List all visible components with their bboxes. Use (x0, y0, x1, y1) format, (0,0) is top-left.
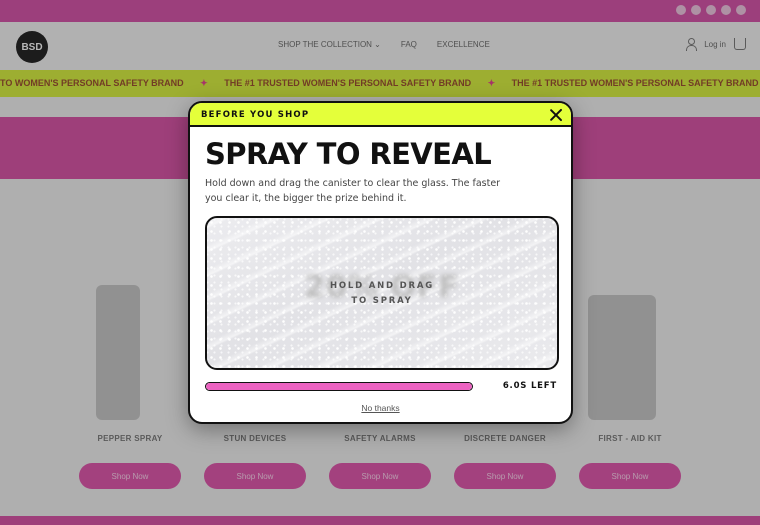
spray-instruction: HOLD AND DRAG TO SPRAY (207, 279, 557, 309)
no-thanks-link[interactable]: No thanks (190, 403, 571, 413)
modal-header: BEFORE YOU SHOP (190, 103, 571, 127)
instruction-line: HOLD AND DRAG (329, 281, 435, 291)
close-icon[interactable] (548, 107, 564, 123)
modal-title: SPRAY TO REVEAL (205, 137, 492, 171)
time-left: 6.0S LEFT (502, 381, 557, 391)
modal-description: Hold down and drag the canister to clear… (205, 178, 501, 204)
modal-eyebrow: BEFORE YOU SHOP (201, 110, 310, 120)
instruction-line: TO SPRAY (351, 296, 413, 306)
timer-progress-bar (205, 382, 473, 391)
spray-reveal-modal: BEFORE YOU SHOP SPRAY TO REVEAL Hold dow… (188, 101, 573, 424)
timer-progress-fill (206, 383, 472, 390)
spray-glass-area[interactable]: 20% OFF HOLD AND DRAG TO SPRAY (205, 216, 559, 370)
